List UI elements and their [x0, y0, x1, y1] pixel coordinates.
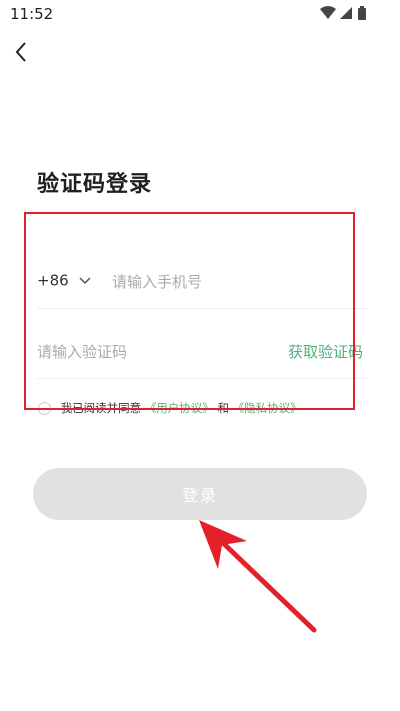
chevron-down-icon — [79, 276, 91, 284]
status-time: 11:52 — [10, 5, 54, 23]
agree-radio[interactable] — [38, 401, 51, 415]
arrow-head — [199, 520, 247, 569]
user-agreement-link[interactable]: 《用户协议》 — [145, 401, 214, 415]
chevron-left-icon — [15, 42, 26, 62]
wifi-icon — [320, 6, 336, 19]
page-title: 验证码登录 — [37, 172, 153, 197]
code-row: 获取验证码 — [37, 326, 367, 379]
battery-icon — [358, 6, 366, 20]
agreement-prefix: 我已阅读并同意 — [60, 401, 142, 415]
country-code-selector[interactable]: +86 — [37, 270, 92, 294]
agreement-row: 我已阅读并同意 《用户协议》 和 《隐私协议》 — [38, 400, 302, 420]
privacy-policy-link[interactable]: 《隐私协议》 — [233, 401, 302, 415]
phone-row: +86 — [37, 256, 367, 309]
agreement-conjunction: 和 — [217, 401, 229, 415]
code-input[interactable] — [37, 338, 257, 366]
get-code-button[interactable]: 获取验证码 — [288, 341, 363, 362]
signal-icon — [340, 7, 352, 19]
highlight-box — [24, 212, 355, 410]
phone-input[interactable] — [112, 268, 352, 296]
status-icons — [320, 6, 372, 22]
login-button[interactable]: 登录 — [33, 468, 367, 520]
back-button[interactable] — [8, 38, 38, 68]
country-code-value: +86 — [37, 271, 69, 290]
status-bar: 11:52 — [0, 0, 400, 28]
arrow-shaft — [219, 539, 317, 633]
